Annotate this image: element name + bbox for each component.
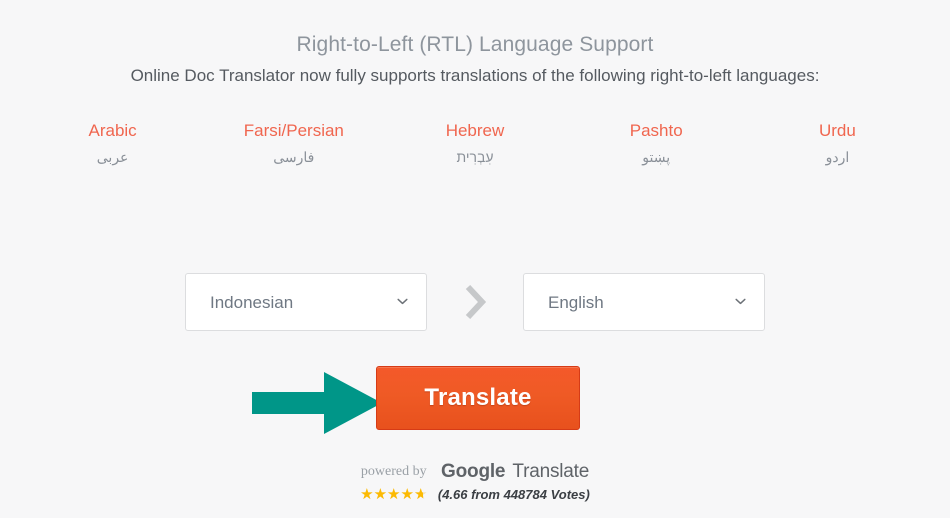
google-brand-text: Google	[441, 461, 506, 482]
source-language-value: Indonesian	[210, 292, 294, 312]
language-item-urdu: Urdu اردو	[747, 119, 928, 168]
chevron-down-icon	[397, 296, 408, 307]
chevron-down-icon	[735, 296, 746, 307]
star-rating-icon: ★★★★★ ★★★★★	[360, 487, 427, 503]
translate-action-row: Translate	[0, 366, 950, 434]
language-native-name: עִבְרִית	[456, 149, 494, 165]
source-language-select[interactable]: Indonesian	[185, 273, 427, 331]
star-rating-filled: ★★★★★	[360, 487, 423, 503]
language-item-hebrew: Hebrew עִבְרִית	[384, 119, 565, 168]
language-item-arabic: Arabic عربى	[22, 119, 203, 168]
language-native-name: اردو	[825, 149, 850, 165]
language-native-name: فارسى	[273, 149, 315, 165]
chevron-right-icon	[427, 282, 523, 322]
powered-by-google-translate: powered by Google Translate	[0, 462, 950, 482]
language-name: Urdu	[818, 121, 856, 140]
translator-promo-page: Right-to-Left (RTL) Language Support Onl…	[0, 0, 950, 518]
language-item-pashto: Pashto پښتو	[566, 119, 747, 168]
rtl-language-list: Arabic عربى Farsi/Persian فارسى Hebrew ע…	[0, 119, 950, 168]
powered-by-label: powered by	[360, 464, 427, 479]
language-native-name: عربى	[96, 149, 129, 165]
rating-text: (4.66 from 448784 Votes)	[437, 487, 590, 502]
language-name: Arabic	[88, 121, 137, 140]
page-subtitle: Online Doc Translator now fully supports…	[130, 66, 820, 85]
language-selector-row: Indonesian English	[0, 273, 950, 331]
target-language-value: English	[548, 292, 604, 312]
language-name: Farsi/Persian	[243, 121, 344, 140]
language-item-farsi: Farsi/Persian فارسى	[203, 119, 384, 168]
language-native-name: پښتو	[642, 149, 671, 165]
language-name: Hebrew	[445, 121, 505, 140]
page-title: Right-to-Left (RTL) Language Support	[296, 33, 654, 56]
google-translate-wordmark: Google Translate	[441, 462, 589, 482]
rating-row: ★★★★★ ★★★★★ (4.66 from 448784 Votes)	[0, 486, 950, 504]
target-language-select[interactable]: English	[523, 273, 765, 331]
right-arrow-icon	[252, 372, 382, 434]
translate-brand-text: Translate	[512, 461, 590, 482]
language-name: Pashto	[629, 121, 683, 140]
translate-button[interactable]: Translate	[376, 366, 580, 430]
